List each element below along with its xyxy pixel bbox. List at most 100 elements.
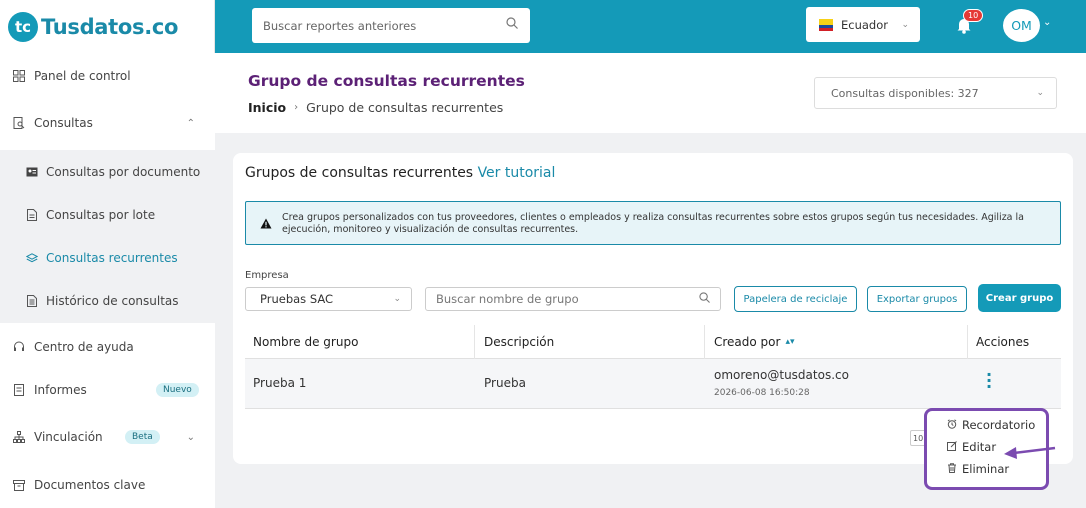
chevron-down-icon: ⌄	[901, 19, 909, 30]
sidebar-item-consultas-recurrentes[interactable]: Consultas recurrentes	[0, 248, 215, 268]
quota-select[interactable]: Consultas disponibles: 327 ⌄	[814, 77, 1057, 109]
file-icon	[26, 209, 38, 221]
header-nombre: Nombre de grupo	[253, 335, 359, 349]
sidebar-item-ayuda[interactable]: Centro de ayuda	[0, 337, 215, 357]
cell-created-at: 2026-06-08 16:50:28	[714, 388, 810, 398]
pointer-arrow-icon	[1004, 446, 1056, 459]
header-acciones: Acciones	[976, 335, 1030, 349]
create-group-button[interactable]: Crear grupo	[978, 284, 1061, 312]
card-title-text: Grupos de consultas recurrentes	[245, 165, 474, 181]
sidebar-item-label: Centro de ayuda	[34, 340, 134, 354]
menu-item-label: Editar	[962, 440, 997, 454]
archive-icon	[12, 478, 26, 492]
notification-badge: 10	[963, 9, 984, 22]
edit-icon	[947, 440, 957, 454]
search-icon	[506, 17, 518, 32]
report-icon	[12, 383, 26, 397]
alarm-icon	[947, 418, 957, 432]
logo-icon: tc	[8, 11, 38, 42]
breadcrumb-separator-icon: ›	[294, 102, 299, 113]
country-select[interactable]: Ecuador ⌄	[806, 7, 920, 42]
sidebar-item-label: Consultas	[34, 116, 93, 130]
group-search-input[interactable]: Buscar nombre de grupo	[425, 287, 721, 311]
sort-icon[interactable]: ▴▾	[785, 337, 794, 347]
card-title: Grupos de consultas recurrentes Ver tuto…	[245, 165, 555, 181]
sidebar-item-informes[interactable]: Informes Nuevo	[0, 380, 215, 400]
empresa-label: Empresa	[245, 270, 289, 281]
column-divider	[967, 325, 968, 359]
header-creado-por-label: Creado por	[714, 335, 781, 349]
header-creado-por[interactable]: Creado por ▴▾	[714, 325, 795, 359]
hierarchy-icon	[12, 430, 26, 444]
column-divider	[704, 325, 705, 359]
cell-created-by: omoreno@tusdatos.co	[714, 368, 849, 382]
cell-description: Prueba	[484, 376, 526, 390]
sidebar-sub-label: Consultas por lote	[46, 208, 156, 222]
search-placeholder: Buscar reportes anteriores	[263, 18, 417, 33]
menu-item-recordatorio[interactable]: Recordatorio	[947, 418, 1035, 432]
sidebar-sub-label: Histórico de consultas	[46, 294, 179, 308]
empresa-select[interactable]: Pruebas SAC ⌄	[245, 287, 412, 311]
new-badge: Nuevo	[156, 383, 199, 397]
table-header: Nombre de grupo Descripción Creado por ▴…	[245, 325, 1061, 359]
sidebar-item-label: Panel de control	[34, 69, 131, 83]
grid-icon	[12, 69, 26, 83]
info-banner: Crea grupos personalizados con tus prove…	[245, 201, 1061, 245]
chevron-down-icon[interactable]: ⌄	[1043, 17, 1051, 28]
beta-badge: Beta	[125, 430, 160, 444]
sidebar-sub-label: Consultas por documento	[46, 165, 201, 179]
trash-button[interactable]: Papelera de reciclaje	[734, 286, 857, 312]
ecuador-flag-icon	[819, 18, 833, 31]
sidebar-item-consultas-documento[interactable]: Consultas por documento	[0, 162, 215, 182]
breadcrumb-current: Grupo de consultas recurrentes	[306, 100, 504, 115]
menu-item-label: Eliminar	[962, 462, 1010, 476]
chevron-down-icon: ⌄	[186, 431, 195, 443]
chevron-up-icon: ⌃	[186, 117, 195, 129]
topbar: Buscar reportes anteriores Ecuador ⌄ 10 …	[215, 0, 1086, 53]
sidebar-item-consultas[interactable]: Consultas ⌃	[0, 113, 215, 133]
chevron-down-icon: ⌄	[393, 294, 401, 304]
layers-icon	[26, 252, 38, 264]
menu-item-editar[interactable]: Editar	[947, 440, 996, 454]
document-search-icon	[12, 116, 26, 130]
menu-item-label: Recordatorio	[962, 418, 1036, 432]
export-button[interactable]: Exportar grupos	[867, 286, 967, 312]
sidebar-item-documentos[interactable]: Documentos clave	[0, 475, 215, 495]
warning-icon	[260, 218, 272, 232]
headset-icon	[12, 340, 26, 354]
sidebar-item-label: Vinculación	[34, 430, 103, 444]
trash-icon	[947, 462, 957, 476]
menu-item-eliminar[interactable]: Eliminar	[947, 462, 1009, 476]
sidebar-item-consultas-lote[interactable]: Consultas por lote	[0, 205, 215, 225]
page-title: Grupo de consultas recurrentes	[248, 72, 525, 90]
report-search-input[interactable]: Buscar reportes anteriores	[252, 8, 530, 43]
cell-name: Prueba 1	[253, 376, 307, 390]
chevron-down-icon: ⌄	[1036, 88, 1044, 98]
header-descripcion: Descripción	[484, 335, 555, 349]
quota-label: Consultas disponibles: 327	[831, 86, 979, 100]
empresa-value: Pruebas SAC	[260, 292, 334, 306]
tutorial-link[interactable]: Ver tutorial	[478, 165, 556, 181]
sidebar-sub-label: Consultas recurrentes	[46, 251, 178, 265]
sidebar-item-panel[interactable]: Panel de control	[0, 66, 215, 86]
more-actions-icon[interactable]: · · ·	[986, 367, 992, 395]
avatar[interactable]: OM	[1003, 9, 1040, 42]
logo[interactable]: tc Tusdatos.co	[0, 0, 215, 53]
column-divider	[474, 325, 475, 359]
group-search-placeholder: Buscar nombre de grupo	[436, 292, 579, 306]
info-text: Crea grupos personalizados con tus prove…	[282, 212, 1024, 235]
search-icon	[699, 292, 710, 306]
sidebar-item-label: Informes	[34, 383, 87, 397]
page-header: Grupo de consultas recurrentes Inicio › …	[215, 53, 1086, 133]
file-list-icon	[26, 295, 38, 307]
sidebar: tc Tusdatos.co Panel de control Consulta…	[0, 0, 215, 508]
sidebar-item-label: Documentos clave	[34, 478, 146, 492]
sidebar-item-vinculacion[interactable]: Vinculación Beta ⌄	[0, 427, 215, 447]
country-label: Ecuador	[841, 17, 888, 32]
logo-text: Tusdatos.co	[41, 14, 179, 39]
id-card-icon	[26, 166, 38, 178]
breadcrumb: Inicio › Grupo de consultas recurrentes	[248, 100, 503, 115]
table-row[interactable]: Prueba 1 Prueba omoreno@tusdatos.co 2026…	[245, 359, 1061, 409]
breadcrumb-home[interactable]: Inicio	[248, 100, 286, 115]
sidebar-item-historico[interactable]: Histórico de consultas	[0, 291, 215, 311]
